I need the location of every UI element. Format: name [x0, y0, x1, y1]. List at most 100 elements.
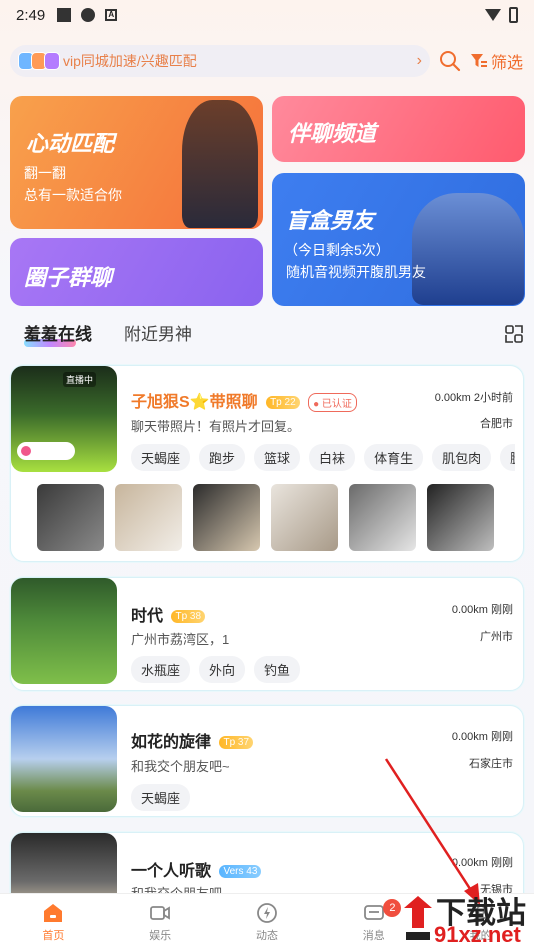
tag: 篮球	[254, 444, 301, 471]
app-notification-icon	[81, 8, 96, 22]
card-title: 圈子群聊	[24, 265, 113, 290]
level-badge: Tp 37	[219, 736, 254, 750]
tag: 肌包肉	[432, 444, 492, 471]
badge-label: Tp	[223, 737, 236, 749]
watermark: 下载站 91xz.net	[398, 888, 534, 950]
level-badge: Vers 43	[219, 865, 262, 879]
badge-level: 22	[284, 397, 296, 409]
layout-toggle-icon[interactable]	[504, 324, 524, 344]
tag: 体育生	[364, 444, 424, 471]
user-city: 合肥市	[480, 418, 513, 430]
user-photo[interactable]: 直播中	[11, 366, 117, 472]
card-subtitle: 总有一款适合你	[24, 187, 122, 203]
card-subtitle: 随机音视频开腹肌男友	[286, 264, 426, 280]
user-distance: 0.00km 刚刚	[451, 604, 513, 616]
nav-label: 消息	[362, 929, 385, 942]
status-time: 2:49	[16, 6, 46, 24]
avatar	[44, 52, 60, 70]
search-prompt: vip同城加速/兴趣匹配	[63, 53, 197, 69]
badge-label: Tp	[270, 397, 282, 409]
watermark-url: 91xz.net	[434, 922, 521, 947]
user-name: 子旭狠S⭐带照聊 Tp 22 ● 已认证	[131, 388, 357, 413]
tab-online[interactable]: 羞羞在线	[24, 320, 92, 345]
nav-label: 娱乐	[149, 929, 172, 942]
nav-moments[interactable]: 动态	[214, 894, 321, 950]
user-card[interactable]: 时代 Tp 38 广州市荔湾区，1 0.00km 刚刚 广州市 水瓶座 外向 钓…	[10, 577, 524, 691]
card-title: 盲盒男友	[286, 208, 375, 233]
badge-level: 37	[237, 737, 250, 749]
tag: 跑步	[199, 444, 246, 471]
tag: 白袜	[309, 444, 356, 471]
gallery-photo[interactable]	[37, 484, 104, 551]
notification-icon	[57, 8, 72, 22]
user-distance: 0.00km 2小时前	[434, 392, 513, 404]
user-photo[interactable]	[11, 578, 117, 684]
tag: 天蝎座	[131, 784, 191, 811]
card-subtitle: 翻一翻	[24, 165, 66, 181]
user-bio: 广州市荔湾区，1	[131, 632, 230, 647]
video-icon	[150, 905, 171, 920]
user-city: 广州市	[480, 631, 513, 643]
lightning-icon	[257, 902, 277, 923]
gallery-photo[interactable]	[349, 484, 416, 551]
user-name-text: 如花的旋律	[131, 734, 212, 751]
tag-list: 天蝎座 跑步 篮球 白袜 体育生 肌包肉 腿	[131, 444, 515, 471]
user-card[interactable]: 直播中 子旭狠S⭐带照聊 Tp 22 ● 已认证 聊天带照片！有照片才回复。 0…	[10, 365, 524, 562]
gallery-photo[interactable]	[115, 484, 182, 551]
tag: 外向	[199, 656, 246, 683]
search-icon[interactable]	[438, 49, 462, 73]
chevron-right-icon: ›	[416, 52, 422, 69]
badge-level: 43	[246, 866, 258, 878]
filter-button[interactable]: 筛选	[470, 49, 523, 73]
card-illustration	[182, 100, 258, 228]
tag-list: 天蝎座	[131, 784, 191, 811]
card-illustration	[412, 193, 524, 305]
user-name-text: 时代	[131, 608, 164, 625]
avatar-group	[18, 52, 60, 70]
nav-entertainment[interactable]: 娱乐	[107, 894, 214, 950]
user-name: 如花的旋律 Tp 37	[131, 728, 254, 752]
circle-chat-card[interactable]: 圈子群聊	[10, 238, 263, 306]
badge-label: Vers	[223, 866, 244, 878]
tag: 水瓶座	[131, 656, 191, 683]
a-notification-icon: A	[105, 9, 118, 21]
badge-label: Tp	[175, 611, 188, 623]
user-name: 一个人听歌 Vers 43	[131, 857, 262, 881]
photo-gallery	[37, 484, 494, 551]
battery-icon	[509, 7, 518, 23]
user-bio: 和我交个朋友吧~	[131, 759, 230, 774]
certified-badge: ● 已认证	[308, 393, 357, 413]
card-title: 心动匹配	[26, 131, 115, 156]
live-badge: 直播中	[63, 372, 97, 387]
filter-label: 筛选	[491, 55, 524, 72]
tag: 钓鱼	[254, 656, 301, 683]
user-name: 时代 Tp 38	[131, 602, 206, 626]
user-distance: 0.00km 刚刚	[451, 731, 513, 743]
card-subtitle: （今日剩余5次）	[284, 242, 390, 258]
blind-box-card[interactable]: 盲盒男友 （今日剩余5次） 随机音视频开腹肌男友	[272, 173, 525, 306]
tab-nearby[interactable]: 附近男神	[124, 320, 192, 345]
user-bio: 聊天带照片！有照片才回复。	[131, 419, 301, 434]
search-bar[interactable]: vip同城加速/兴趣匹配 ›	[10, 45, 430, 77]
nav-label: 首页	[42, 929, 65, 942]
nav-home[interactable]: 首页	[0, 894, 107, 950]
tag: 腿	[500, 444, 515, 471]
heart-match-card[interactable]: 心动匹配 翻一翻 总有一款适合你	[10, 96, 263, 229]
gallery-photo[interactable]	[271, 484, 338, 551]
tag: 天蝎座	[131, 444, 191, 471]
home-icon	[44, 903, 63, 922]
voice-wave-icon[interactable]	[17, 442, 75, 460]
gallery-photo[interactable]	[427, 484, 494, 551]
nav-label: 动态	[255, 929, 278, 942]
certified-label: 已认证	[321, 399, 352, 411]
level-badge: Tp 22	[266, 396, 300, 410]
card-title: 伴聊频道	[288, 121, 377, 146]
gallery-photo[interactable]	[193, 484, 260, 551]
level-badge: Tp 38	[171, 610, 206, 624]
tag-list: 水瓶座 外向 钓鱼	[131, 656, 301, 683]
filter-icon	[471, 54, 487, 67]
status-bar: 2:49 A	[0, 0, 534, 30]
watermark-logo-icon	[404, 896, 432, 940]
chat-channel-card[interactable]: 伴聊频道	[272, 96, 525, 162]
user-photo[interactable]	[11, 706, 117, 812]
